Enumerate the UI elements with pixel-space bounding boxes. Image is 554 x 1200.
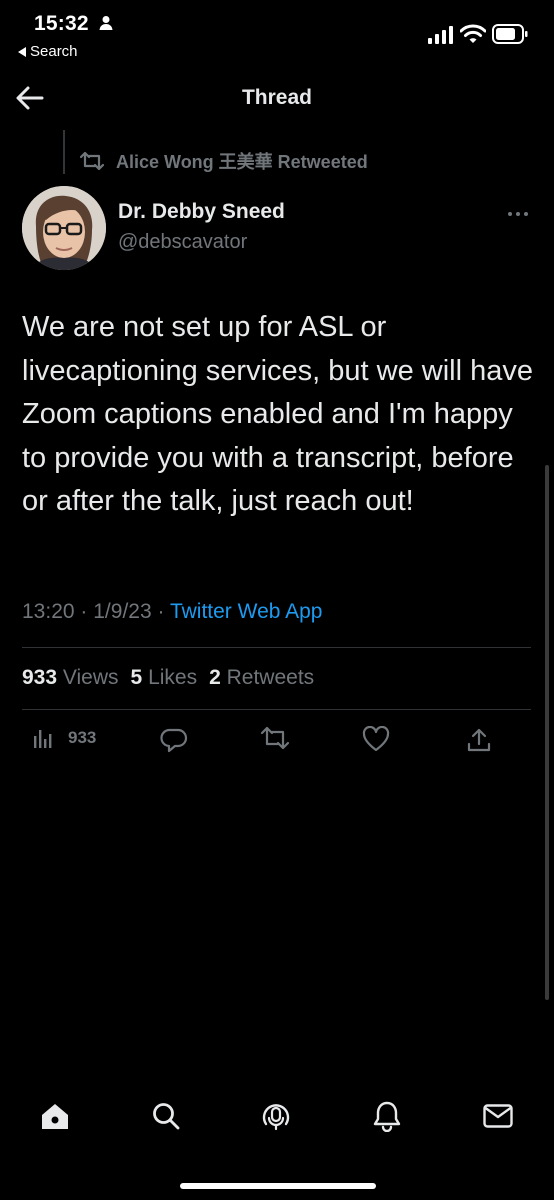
meta-separator: · bbox=[80, 600, 88, 623]
tweet-stats: 933 Views 5 Likes 2 Retweets bbox=[22, 666, 314, 690]
divider bbox=[22, 709, 531, 710]
share-button[interactable] bbox=[466, 726, 492, 754]
retweeted-by[interactable]: Alice Wong 王美華 Retweeted bbox=[78, 148, 368, 174]
tab-notifications[interactable] bbox=[369, 1098, 405, 1134]
retweet-button[interactable] bbox=[259, 726, 291, 750]
likes-label: Likes bbox=[148, 666, 198, 689]
search-icon bbox=[153, 1103, 180, 1130]
share-icon bbox=[467, 728, 491, 752]
tweet-source-link[interactable]: Twitter Web App bbox=[170, 600, 323, 623]
thread-connector-line bbox=[63, 130, 65, 174]
views-count: 933 bbox=[22, 666, 58, 689]
more-dots-icon[interactable] bbox=[506, 210, 530, 218]
retweeted-by-label: Alice Wong 王美華 Retweeted bbox=[116, 152, 368, 172]
home-indicator bbox=[180, 1183, 376, 1189]
avatar[interactable] bbox=[22, 186, 106, 270]
tab-search[interactable] bbox=[148, 1098, 184, 1134]
reply-icon bbox=[160, 728, 188, 753]
analytics-button[interactable]: 933 bbox=[32, 726, 96, 750]
tweet-text: We are not set up for ASL or livecaption… bbox=[22, 311, 533, 517]
tab-home[interactable] bbox=[37, 1098, 73, 1134]
scrollbar[interactable] bbox=[545, 465, 549, 1000]
author-handle[interactable]: @debscavator bbox=[118, 231, 247, 254]
retweets-count: 2 bbox=[209, 666, 221, 689]
home-icon bbox=[42, 1104, 68, 1129]
page-title: Thread bbox=[241, 86, 312, 109]
views-stat[interactable]: 933 Views bbox=[22, 666, 119, 690]
views-label: Views bbox=[62, 666, 119, 689]
likes-count: 5 bbox=[130, 666, 143, 689]
status-time: 15:32 bbox=[34, 12, 89, 35]
retweets-label: Retweets bbox=[226, 666, 315, 689]
like-button[interactable] bbox=[362, 726, 390, 752]
tab-messages[interactable] bbox=[480, 1098, 516, 1134]
notifications-icon bbox=[373, 1101, 401, 1132]
retweet-icon bbox=[260, 726, 290, 750]
bar-chart-icon bbox=[34, 730, 52, 748]
tweet-actions: 933 bbox=[22, 726, 512, 762]
back-triangle-icon bbox=[18, 46, 26, 57]
cellular-signal-icon bbox=[428, 26, 453, 44]
analytics-count: 933 bbox=[68, 728, 97, 747]
tweet-date: 1/9/23 bbox=[93, 600, 152, 623]
retweets-stat[interactable]: 2 Retweets bbox=[209, 666, 314, 690]
back-to-search[interactable]: Search bbox=[18, 43, 78, 60]
tab-spaces[interactable] bbox=[258, 1098, 294, 1134]
divider bbox=[22, 647, 531, 648]
messages-icon bbox=[483, 1104, 513, 1128]
wifi-icon bbox=[460, 24, 486, 43]
tweet-meta: 13:20 · 1/9/23 · Twitter Web App bbox=[22, 600, 322, 624]
tweet-time: 13:20 bbox=[22, 600, 75, 623]
spaces-icon bbox=[262, 1104, 290, 1131]
heart-icon bbox=[362, 726, 390, 752]
retweet-icon bbox=[79, 151, 105, 171]
author-name[interactable]: Dr. Debby Sneed bbox=[118, 200, 285, 224]
likes-stat[interactable]: 5 Likes bbox=[131, 666, 198, 690]
back-to-search-label: Search bbox=[30, 43, 78, 60]
battery-icon bbox=[492, 24, 528, 44]
person-icon bbox=[99, 16, 113, 30]
meta-separator: · bbox=[157, 600, 165, 623]
reply-button[interactable] bbox=[160, 726, 188, 754]
